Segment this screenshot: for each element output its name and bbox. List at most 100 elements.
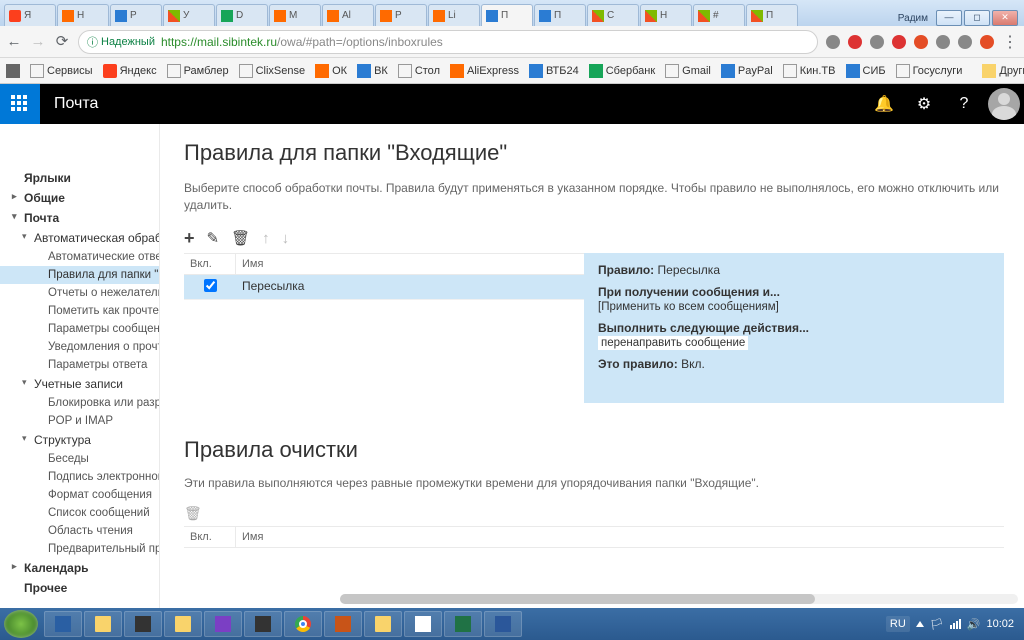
browser-tab[interactable]: D xyxy=(216,4,268,26)
app-launcher-button[interactable] xyxy=(0,84,40,124)
bookmark-item[interactable]: Стол xyxy=(398,64,440,78)
forward-icon[interactable]: → xyxy=(30,34,46,50)
ext-icon[interactable] xyxy=(914,35,928,49)
bookmark-item[interactable]: PayPal xyxy=(721,64,773,78)
task-icon[interactable] xyxy=(44,611,82,637)
browser-tab[interactable]: П xyxy=(746,4,798,26)
ext-icon[interactable] xyxy=(892,35,906,49)
bookmark-item[interactable]: Кин.ТВ xyxy=(783,64,836,78)
bookmark-item[interactable]: Сервисы xyxy=(30,64,93,78)
browser-tab[interactable]: С xyxy=(587,4,639,26)
task-icon[interactable] xyxy=(324,611,362,637)
sidebar-item[interactable]: Область чтения xyxy=(0,522,159,540)
other-bookmarks[interactable]: Другие закладки xyxy=(982,64,1024,78)
sidebar-item[interactable]: Общие xyxy=(0,188,159,208)
sidebar-item[interactable]: Параметры сообщения xyxy=(0,320,159,338)
rule-enabled-checkbox[interactable] xyxy=(204,279,217,292)
tray-expand-icon[interactable] xyxy=(916,621,924,627)
task-icon[interactable] xyxy=(204,611,242,637)
browser-tab[interactable]: Li xyxy=(428,4,480,26)
bookmark-item[interactable]: ClixSense xyxy=(239,64,306,78)
sidebar-item[interactable]: Подпись электронной по xyxy=(0,468,159,486)
bookmark-item[interactable]: ОК xyxy=(315,64,347,78)
add-rule-button[interactable]: + xyxy=(184,228,195,249)
task-icon[interactable] xyxy=(364,611,402,637)
sidebar-item[interactable]: Формат сообщения xyxy=(0,486,159,504)
task-icon[interactable] xyxy=(404,611,442,637)
browser-tab[interactable]: Р xyxy=(375,4,427,26)
delete-rule-button[interactable]: 🗑 xyxy=(231,229,250,247)
language-indicator[interactable]: RU xyxy=(886,616,910,632)
move-down-button[interactable]: ↓ xyxy=(282,230,290,247)
clock[interactable]: 10:02 xyxy=(986,618,1014,630)
bookmark-item[interactable]: AliExpress xyxy=(450,64,519,78)
ext-icon[interactable] xyxy=(980,35,994,49)
bookmark-item[interactable]: Сбербанк xyxy=(589,64,655,78)
sidebar-item[interactable]: Учетные записи xyxy=(0,374,159,394)
ext-icon[interactable] xyxy=(826,35,840,49)
sidebar-item[interactable]: Беседы xyxy=(0,450,159,468)
sidebar-item[interactable]: Автоматическая обработка xyxy=(0,228,159,248)
sidebar-item[interactable]: Пометить как прочтенно xyxy=(0,302,159,320)
sidebar-item[interactable]: Правила для папки "Вход xyxy=(0,266,159,284)
sidebar-item[interactable]: Блокировка или разреше xyxy=(0,394,159,412)
ext-icon[interactable] xyxy=(936,35,950,49)
bookmark-item[interactable]: Gmail xyxy=(665,64,711,78)
chrome-menu-icon[interactable]: ⋮ xyxy=(1002,32,1018,52)
sidebar-item[interactable]: Почта xyxy=(0,208,159,228)
reload-icon[interactable]: ⟳ xyxy=(54,34,70,50)
browser-tab[interactable]: Н xyxy=(57,4,109,26)
browser-tab[interactable]: # xyxy=(693,4,745,26)
bookmark-item[interactable]: ВТБ24 xyxy=(529,64,579,78)
edit-rule-button[interactable]: ✎ xyxy=(207,229,220,247)
sidebar-item[interactable]: Ярлыки xyxy=(0,168,159,188)
settings-gear-icon[interactable]: ⚙ xyxy=(904,84,944,124)
tray-flag-icon[interactable]: 🏳 xyxy=(930,618,944,631)
task-word-icon[interactable] xyxy=(484,611,522,637)
bookmark-item[interactable]: СИБ xyxy=(846,64,886,78)
bookmark-item[interactable]: Рамблер xyxy=(167,64,229,78)
start-button[interactable] xyxy=(4,610,38,638)
task-icon[interactable] xyxy=(244,611,282,637)
apps-button[interactable] xyxy=(6,64,20,78)
bookmark-item[interactable]: Яндекс xyxy=(103,64,157,78)
browser-tab[interactable]: Р xyxy=(110,4,162,26)
bookmark-item[interactable]: Госуслуги xyxy=(896,64,963,78)
ext-icon[interactable] xyxy=(958,35,972,49)
ext-icon[interactable] xyxy=(870,35,884,49)
browser-tab[interactable]: У xyxy=(163,4,215,26)
sidebar-item[interactable]: Структура xyxy=(0,430,159,450)
browser-tab[interactable]: П xyxy=(481,4,533,26)
task-excel-icon[interactable] xyxy=(444,611,482,637)
browser-tab[interactable]: Я xyxy=(4,4,56,26)
horizontal-scrollbar[interactable] xyxy=(160,592,1018,606)
sidebar-item[interactable]: Предварительный просм xyxy=(0,540,159,558)
help-icon[interactable]: ? xyxy=(944,84,984,124)
sidebar-item[interactable]: POP и IMAP xyxy=(0,412,159,430)
sidebar-item[interactable]: Параметры ответа xyxy=(0,356,159,374)
move-up-button[interactable]: ↑ xyxy=(262,230,270,247)
volume-icon[interactable]: 🔊 xyxy=(967,618,981,631)
sidebar-item[interactable]: Автоматические ответы xyxy=(0,248,159,266)
sidebar-item[interactable]: Отчеты о нежелательной xyxy=(0,284,159,302)
bookmark-item[interactable]: ВК xyxy=(357,64,388,78)
browser-tab[interactable]: П xyxy=(534,4,586,26)
notifications-icon[interactable]: 🔔 xyxy=(864,84,904,124)
task-icon[interactable] xyxy=(84,611,122,637)
sidebar-item[interactable]: Календарь xyxy=(0,558,159,578)
window-close-button[interactable]: ✕ xyxy=(992,10,1018,26)
task-chrome-icon[interactable] xyxy=(284,611,322,637)
task-icon[interactable] xyxy=(124,611,162,637)
window-maximize-button[interactable]: ◻ xyxy=(964,10,990,26)
ext-icon[interactable] xyxy=(848,35,862,49)
url-input[interactable]: ⓘНадежный https://mail.sibintek.ru/owa/#… xyxy=(78,30,818,54)
network-icon[interactable] xyxy=(950,619,961,629)
browser-tab[interactable]: Н xyxy=(640,4,692,26)
sidebar-item[interactable]: Прочее xyxy=(0,578,159,598)
delete-cleanup-rule-button[interactable]: 🗑 xyxy=(184,505,202,522)
browser-tab[interactable]: M xyxy=(269,4,321,26)
rule-row[interactable]: Пересылка xyxy=(184,275,584,300)
sidebar-item[interactable]: Уведомления о прочтени xyxy=(0,338,159,356)
sidebar-item[interactable]: Список сообщений xyxy=(0,504,159,522)
window-minimize-button[interactable]: — xyxy=(936,10,962,26)
